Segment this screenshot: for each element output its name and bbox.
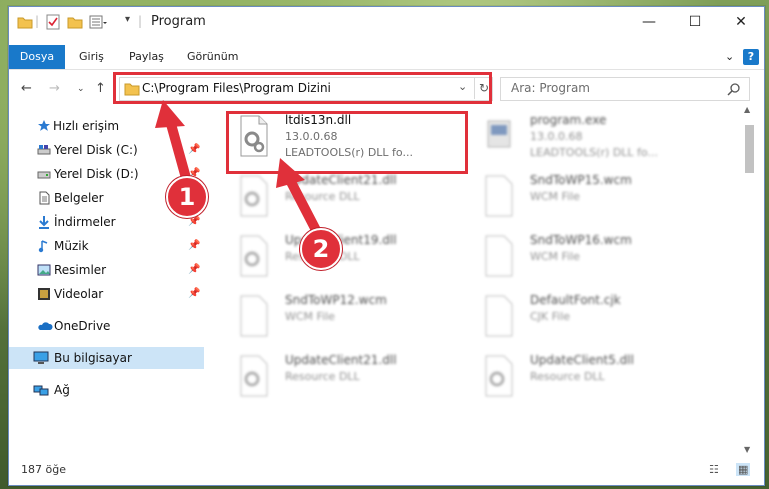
arrow-2-head <box>276 158 305 188</box>
annotation-arrows <box>155 100 323 239</box>
arrow-1-head <box>155 100 185 128</box>
callout-1: 1 <box>166 176 208 218</box>
callout-2: 2 <box>300 228 342 270</box>
